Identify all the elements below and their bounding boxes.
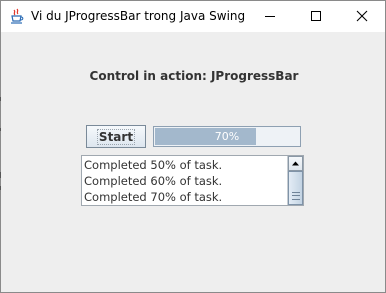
close-button[interactable] — [339, 1, 385, 32]
edge-mark — [0, 128, 1, 131]
start-button-label: Start — [96, 128, 136, 145]
close-icon — [356, 7, 368, 26]
maximize-icon — [310, 7, 322, 26]
task-log-textarea[interactable]: Completed 50% of task. Completed 60% of t… — [81, 155, 304, 206]
java-cup-icon — [9, 8, 25, 24]
edge-mark — [0, 186, 1, 190]
window-title: Vi du JProgressBar trong Java Swing — [31, 9, 246, 23]
minimize-icon — [264, 7, 276, 26]
log-line: Completed 50% of task. — [84, 158, 223, 172]
heading-label: Control in action: JProgressBar — [89, 69, 299, 83]
maximize-button[interactable] — [293, 1, 339, 32]
vertical-scrollbar[interactable] — [287, 156, 303, 205]
log-lines: Completed 50% of task. Completed 60% of t… — [84, 157, 287, 205]
start-button[interactable]: Start — [86, 125, 146, 148]
scroll-up-button[interactable] — [288, 156, 303, 171]
progress-percent-label: 70% — [214, 130, 240, 143]
minimize-button[interactable] — [247, 1, 293, 32]
scroll-thumb[interactable] — [288, 171, 303, 205]
title-bar[interactable]: Vi du JProgressBar trong Java Swing — [1, 1, 385, 32]
edge-mark — [0, 172, 1, 178]
grip-icon — [292, 192, 300, 200]
app-window: Vi du JProgressBar trong Java Swing Cont… — [0, 0, 386, 293]
progress-bar: 70% — [153, 126, 301, 147]
edge-mark — [0, 97, 1, 101]
log-line: Completed 60% of task. — [84, 174, 223, 188]
log-line: Completed 70% of task. — [84, 190, 223, 204]
